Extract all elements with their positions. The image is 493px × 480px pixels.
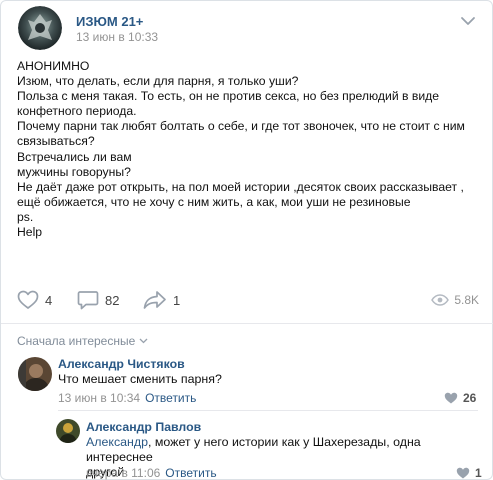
comment-date[interactable]: вчера в 11:06 — [86, 466, 160, 480]
post-card: ИЗЮМ 21+ 13 июн в 10:33 АНОНИМНО Изюм, ч… — [0, 0, 493, 480]
comment-count: 82 — [105, 292, 120, 308]
post-line: мужчины говоруны? — [17, 164, 131, 179]
post-line: Не даёт даже рот открыть, на пол моей ис… — [17, 179, 464, 194]
share-icon — [143, 291, 166, 309]
sort-label: Сначала интересные — [17, 334, 136, 348]
community-avatar[interactable] — [18, 6, 62, 50]
divider — [1, 323, 493, 324]
post-line: ps. — [17, 209, 34, 224]
comments-sort[interactable]: Сначала интересные — [17, 334, 148, 348]
comment-meta: 13 июн в 10:34 Ответить — [58, 391, 196, 405]
mention-link[interactable]: Александр — [86, 435, 148, 449]
comment-author[interactable]: Александр Павлов — [86, 420, 201, 434]
like-count: 4 — [45, 292, 53, 308]
chevron-down-icon[interactable] — [459, 14, 477, 28]
post-line: АНОНИМНО — [17, 59, 90, 73]
comment-text: Что мешает сменить парня? — [58, 372, 222, 386]
post-line: конфетного периода. — [17, 104, 137, 119]
avatar[interactable] — [18, 357, 52, 391]
post-text: АНОНИМНО Изюм, что делать, если для парн… — [17, 59, 477, 240]
post-actions: 4 82 1 5.8K — [17, 290, 479, 310]
share-button[interactable]: 1 — [143, 290, 180, 310]
post-author[interactable]: ИЗЮМ 21+ — [76, 14, 143, 29]
post-line: связываться? — [17, 134, 95, 149]
post-date[interactable]: 13 июн в 10:33 — [76, 30, 158, 44]
post-line: Изюм, что делать, если для парня, я толь… — [17, 74, 299, 89]
eye-icon — [431, 294, 450, 306]
share-count: 1 — [173, 292, 181, 308]
divider — [58, 410, 478, 411]
post-line: Help — [17, 225, 43, 240]
avatar[interactable] — [56, 419, 80, 443]
comment-icon — [77, 291, 99, 310]
reply-button[interactable]: Ответить — [165, 466, 216, 480]
views-count: 5.8K — [454, 293, 479, 307]
reply-button[interactable]: Ответить — [145, 391, 196, 405]
heart-icon — [17, 290, 39, 309]
comment-date[interactable]: 13 июн в 10:34 — [58, 391, 140, 405]
post-line: Встречались ли вам — [17, 149, 132, 164]
heart-icon — [444, 392, 458, 404]
post-line: Почему парни так любят болтать о себе, и… — [17, 119, 465, 134]
like-button[interactable]: 4 — [17, 290, 52, 310]
comment-like-count: 1 — [475, 466, 482, 480]
comment-like-button[interactable]: 26 — [444, 391, 476, 405]
comment-like-count: 26 — [463, 391, 477, 405]
chevron-down-icon — [139, 338, 148, 344]
views-counter: 5.8K — [431, 290, 479, 310]
comment-author[interactable]: Александр Чистяков — [58, 357, 185, 371]
comment-meta: вчера в 11:06 Ответить — [86, 466, 217, 480]
heart-icon — [456, 467, 470, 479]
post-line: ещё обижается, что не хочу с ним жить, а… — [17, 194, 411, 209]
comment-like-button[interactable]: 1 — [456, 466, 482, 480]
post-line: Польза с меня такая. То есть, он не прот… — [17, 89, 440, 104]
comment-button[interactable]: 82 — [77, 290, 119, 310]
